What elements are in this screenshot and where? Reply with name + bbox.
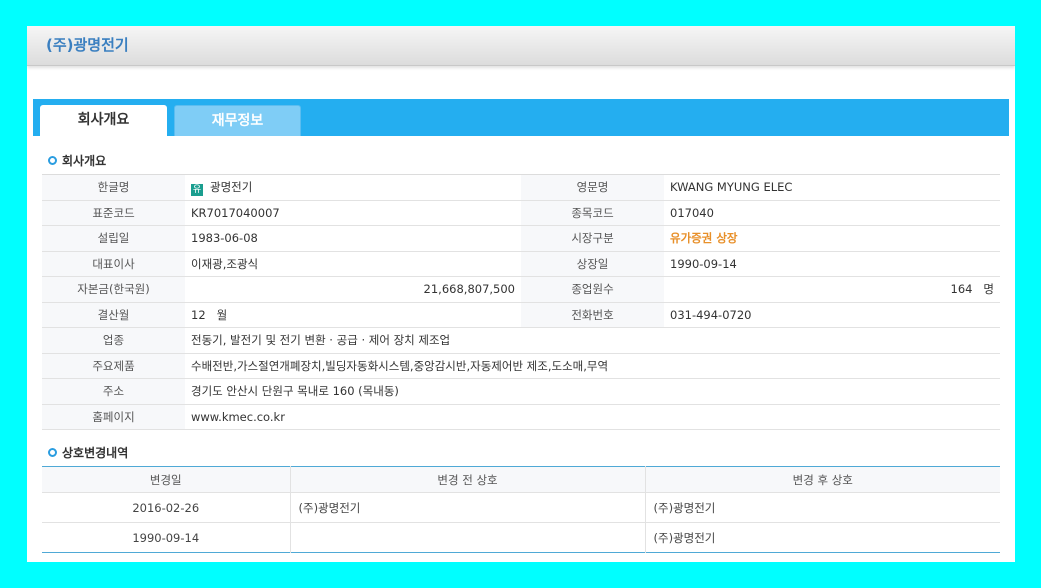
table-row: 주요제품 수배전반,가스절연개폐장치,빌딩자동화시스템,중앙감시반,자동제어반 … <box>42 353 1000 379</box>
name-change-history-table: 변경일 변경 전 상호 변경 후 상호 2016-02-26 (주)광명전기 (… <box>42 466 1000 553</box>
value-phone: 031-494-0720 <box>664 302 1000 328</box>
column-header-change-date: 변경일 <box>42 466 290 493</box>
securities-badge-icon: 유 <box>191 183 203 196</box>
company-title: (주)광명전기 <box>46 36 129 54</box>
value-address: 경기도 안산시 단원구 목내로 160 (목내동) <box>185 378 1000 405</box>
value-fiscal-month: 12 월 <box>185 302 521 328</box>
circle-bullet-icon <box>48 156 57 165</box>
circle-bullet-icon <box>48 448 57 457</box>
value-ceo: 이재광,조광식 <box>185 251 521 277</box>
table-row: 결산월 12 월 전화번호 031-494-0720 <box>42 302 1000 328</box>
label-homepage: 홈페이지 <box>42 404 185 430</box>
cell-change-date: 2016-02-26 <box>42 492 290 523</box>
value-founded: 1983-06-08 <box>185 225 521 252</box>
history-section-label: 상호변경내역 <box>62 446 129 460</box>
value-korean-name: 유 광명전기 <box>185 174 521 201</box>
label-stock-code: 종목코드 <box>521 200 664 226</box>
value-employees: 164 명 <box>664 276 1000 303</box>
value-main-products: 수배전반,가스절연개폐장치,빌딩자동화시스템,중앙감시반,자동제어반 제조,도소… <box>185 353 1000 379</box>
table-row: 한글명 유 광명전기 영문명 KWANG MYUNG ELEC <box>42 174 1000 201</box>
value-english-name: KWANG MYUNG ELEC <box>664 174 1000 201</box>
title-bar: (주)광명전기 <box>27 26 1015 66</box>
column-header-before-name: 변경 전 상호 <box>289 466 645 493</box>
table-row: 설립일 1983-06-08 시장구분 유가증권 상장 <box>42 225 1000 252</box>
table-row: 1990-09-14 (주)광명전기 <box>42 522 1000 553</box>
history-section-title: 상호변경내역 <box>48 444 128 461</box>
label-fiscal-month: 결산월 <box>42 302 185 328</box>
cell-before-name <box>289 522 645 553</box>
value-standard-code: KR7017040007 <box>185 200 521 226</box>
value-industry: 전동기, 발전기 및 전기 변환 · 공급 · 제어 장치 제조업 <box>185 327 1000 354</box>
value-listing-date: 1990-09-14 <box>664 251 1000 277</box>
label-korean-name: 한글명 <box>42 174 185 201</box>
table-row: 2016-02-26 (주)광명전기 (주)광명전기 <box>42 492 1000 523</box>
label-capital: 자본금(한국원) <box>42 276 185 303</box>
value-capital: 21,668,807,500 <box>185 276 521 303</box>
label-founded: 설립일 <box>42 225 185 252</box>
table-row: 주소 경기도 안산시 단원구 목내로 160 (목내동) <box>42 378 1000 405</box>
value-market-type: 유가증권 상장 <box>664 225 1000 252</box>
table-row: 자본금(한국원) 21,668,807,500 종업원수 164 명 <box>42 276 1000 303</box>
cell-after-name: (주)광명전기 <box>644 522 1000 553</box>
table-header-row: 변경일 변경 전 상호 변경 후 상호 <box>42 466 1000 493</box>
label-listing-date: 상장일 <box>521 251 664 277</box>
cell-change-date: 1990-09-14 <box>132 530 200 545</box>
label-employees: 종업원수 <box>521 276 664 303</box>
label-standard-code: 표준코드 <box>42 200 185 226</box>
tab-bar: 회사개요 재무정보 <box>33 99 1009 136</box>
tab-company-overview[interactable]: 회사개요 <box>40 105 167 136</box>
table-row: 표준코드 KR7017040007 종목코드 017040 <box>42 200 1000 226</box>
company-info-panel: (주)광명전기 회사개요 재무정보 회사개요 한글명 유 광명전기 영문명 KWA… <box>27 26 1015 562</box>
column-header-after-name: 변경 후 상호 <box>644 466 1000 493</box>
table-row: 홈페이지 www.kmec.co.kr <box>42 404 1000 430</box>
overview-section-label: 회사개요 <box>62 154 107 168</box>
label-english-name: 영문명 <box>521 174 664 201</box>
table-row: 업종 전동기, 발전기 및 전기 변환 · 공급 · 제어 장치 제조업 <box>42 327 1000 354</box>
label-phone: 전화번호 <box>521 302 664 328</box>
label-market-type: 시장구분 <box>521 225 664 252</box>
korean-name-text: 광명전기 <box>210 179 253 194</box>
label-industry: 업종 <box>42 327 185 354</box>
overview-section-title: 회사개요 <box>48 152 106 169</box>
cell-after-name: (주)광명전기 <box>644 492 1000 523</box>
label-ceo: 대표이사 <box>42 251 185 277</box>
value-homepage-link[interactable]: www.kmec.co.kr <box>185 404 1000 430</box>
overview-table: 한글명 유 광명전기 영문명 KWANG MYUNG ELEC 표준코드 KR70… <box>42 174 1000 430</box>
cell-before-name: (주)광명전기 <box>289 492 645 523</box>
label-main-products: 주요제품 <box>42 353 185 379</box>
tab-financial-info[interactable]: 재무정보 <box>174 105 301 136</box>
label-address: 주소 <box>42 378 185 405</box>
table-row: 대표이사 이재광,조광식 상장일 1990-09-14 <box>42 251 1000 277</box>
value-stock-code: 017040 <box>664 200 1000 226</box>
